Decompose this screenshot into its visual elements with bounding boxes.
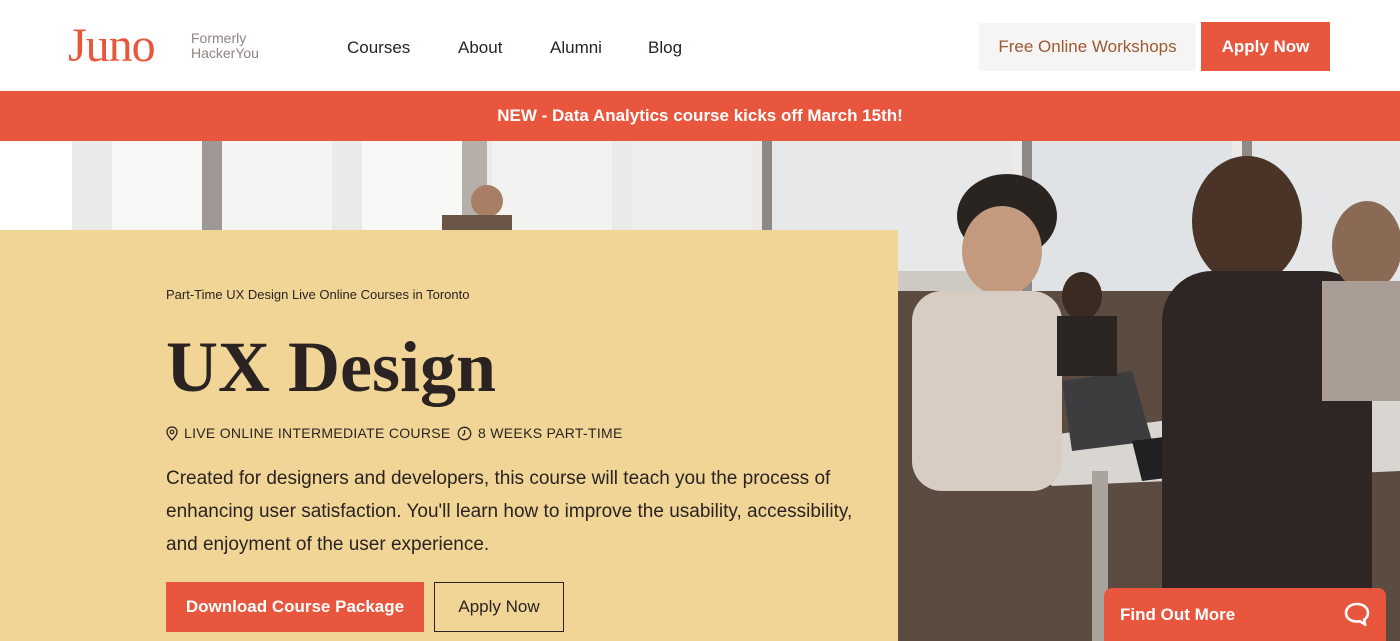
nav-alumni[interactable]: Alumni [550, 38, 602, 58]
hero-apply-button[interactable]: Apply Now [434, 582, 564, 632]
location-pin-icon [166, 425, 178, 441]
nav-blog[interactable]: Blog [648, 38, 682, 58]
nav-courses[interactable]: Courses [347, 38, 410, 58]
meta-duration: 8 WEEKS PART-TIME [457, 425, 623, 441]
find-out-more-widget[interactable]: Find Out More [1104, 588, 1386, 641]
page-title: UX Design [166, 327, 497, 407]
nav-about[interactable]: About [458, 38, 502, 58]
meta-location: LIVE ONLINE INTERMEDIATE COURSE [166, 425, 451, 441]
logo-sub-line-2: HackerYou [191, 45, 259, 61]
logo-sub-line-1: Formerly [191, 30, 247, 46]
find-out-more-label: Find Out More [1120, 605, 1236, 624]
chat-icon [1344, 602, 1370, 626]
free-workshops-button[interactable]: Free Online Workshops [979, 23, 1196, 71]
download-course-package-button[interactable]: Download Course Package [166, 582, 424, 632]
meta-location-label: LIVE ONLINE INTERMEDIATE COURSE [184, 425, 451, 441]
hero-description: Created for designers and developers, th… [166, 468, 853, 555]
logo-subtitle: Formerly HackerYou [191, 31, 259, 61]
clock-icon [457, 426, 472, 440]
hero-eyebrow: Part-Time UX Design Live Online Courses … [166, 287, 470, 302]
header-apply-button[interactable]: Apply Now [1201, 22, 1330, 71]
site-header: Juno Formerly HackerYou Courses About Al… [0, 0, 1400, 91]
announcement-bar[interactable]: NEW - Data Analytics course kicks off Ma… [0, 91, 1400, 141]
meta-duration-label: 8 WEEKS PART-TIME [478, 425, 623, 441]
juno-logo[interactable]: Juno [68, 18, 156, 74]
